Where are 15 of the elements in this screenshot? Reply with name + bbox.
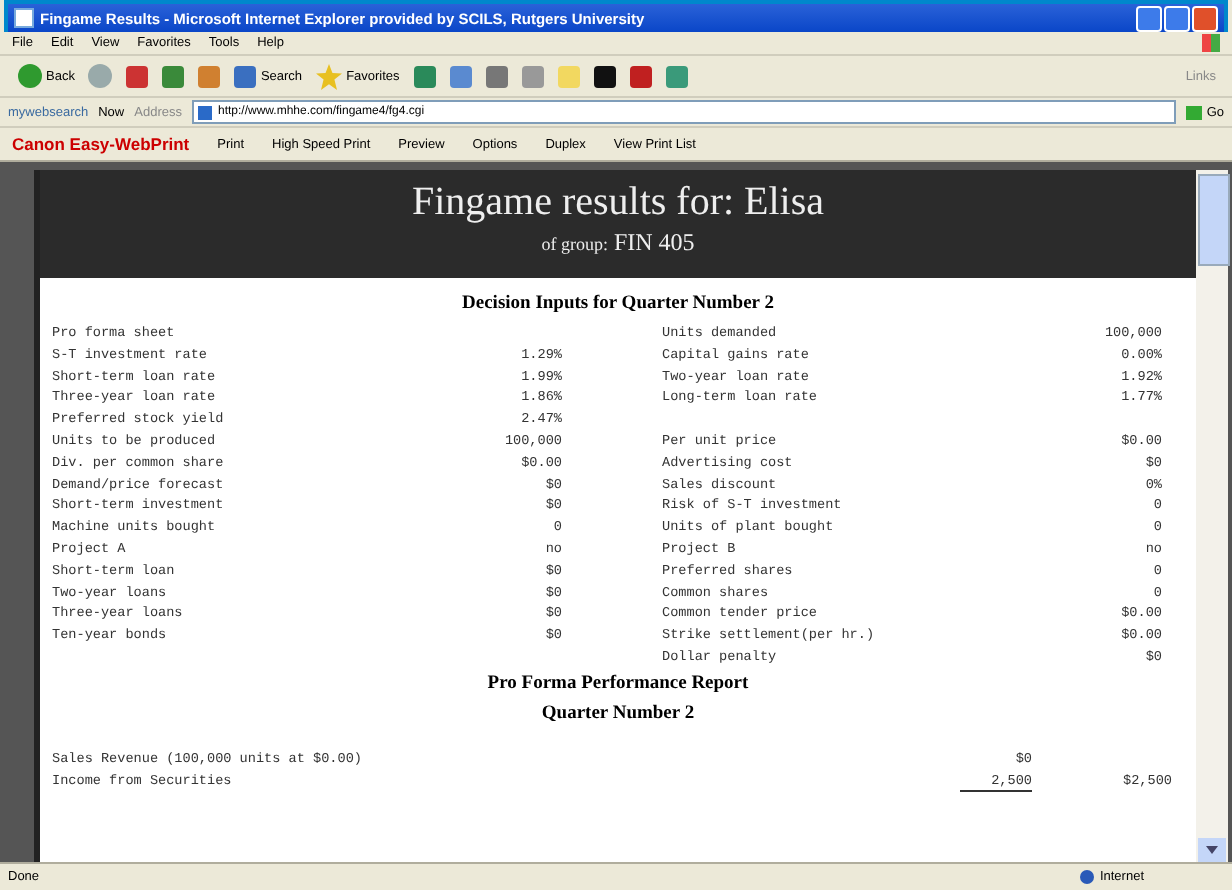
scrollbar[interactable] xyxy=(1196,170,1228,862)
group-label: of group: xyxy=(541,234,608,254)
minimize-button[interactable] xyxy=(1136,5,1162,31)
section-title: Decision Inputs for Quarter Number 2 xyxy=(460,294,776,314)
report-title: Pro Forma Performance Report xyxy=(485,671,751,698)
maximize-button[interactable] xyxy=(1164,5,1190,31)
print-toolbar-brand: Canon Easy-WebPrint xyxy=(12,134,190,154)
browser-icon xyxy=(14,8,34,28)
scroll-thumb[interactable] xyxy=(1198,174,1230,266)
close-button[interactable] xyxy=(1192,5,1218,31)
group-name: FIN 405 xyxy=(613,228,695,256)
star-icon xyxy=(316,63,343,89)
report-title: Quarter Number 2 xyxy=(539,701,697,728)
scroll-down-icon[interactable] xyxy=(1198,838,1226,862)
page-heading: Fingame results for: Elisa xyxy=(409,178,827,226)
